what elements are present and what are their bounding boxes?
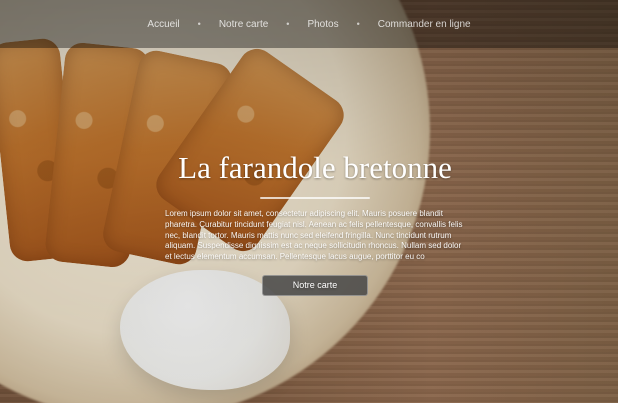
nav-link-accueil[interactable]: Accueil xyxy=(147,19,179,30)
nav-separator: • xyxy=(356,19,360,29)
page-title: La farandole bretonne xyxy=(178,150,452,185)
top-navigation: Accueil • Notre carte • Photos • Command… xyxy=(0,0,618,48)
nav-link-notre-carte[interactable]: Notre carte xyxy=(219,19,268,30)
nav-separator: • xyxy=(286,19,290,29)
nav-link-photos[interactable]: Photos xyxy=(307,19,338,30)
hero-description: Lorem ipsum dolor sit amet, consectetur … xyxy=(165,209,463,262)
nav-link-commander-en-ligne[interactable]: Commander en ligne xyxy=(378,19,471,30)
nav-separator: • xyxy=(197,19,201,29)
notre-carte-button[interactable]: Notre carte xyxy=(262,275,368,297)
title-divider xyxy=(260,197,370,200)
hero-section: La farandole bretonne Lorem ipsum dolor … xyxy=(150,145,480,297)
